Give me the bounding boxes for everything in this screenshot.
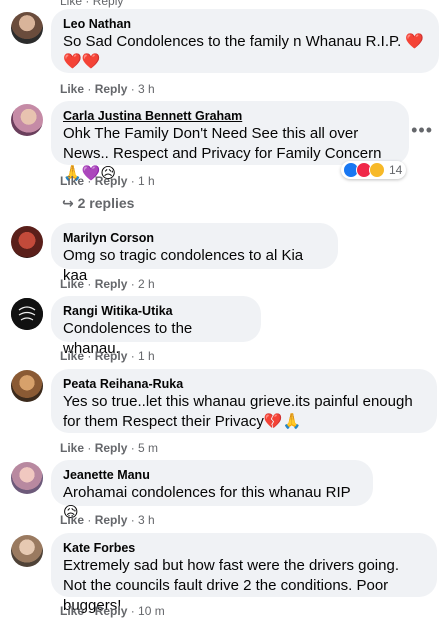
avatar[interactable] [11,370,43,402]
reply-button[interactable]: Reply [95,513,128,527]
comment-text: Yes so true..let this whanau grieve.its … [63,393,413,430]
comment-actions: Like · Reply · 5 m [60,441,159,455]
like-button[interactable]: Like [60,349,84,363]
comment-author[interactable]: Kate Forbes [63,540,425,556]
comment-actions: Like · Reply · 3 h [60,513,155,527]
comment-actions: Like · Reply · 2 h [60,277,155,291]
reply-button[interactable]: Reply [95,349,128,363]
avatar[interactable] [11,298,43,330]
comment-bubble: Jeanette Manu Arohamai condolences for t… [51,460,373,521]
care-reaction-icon [369,162,385,178]
comment-actions: Like · Reply · 1 h [60,349,155,363]
view-replies-link[interactable]: ↪ 2 replies [62,195,134,212]
timestamp[interactable]: 3 h [138,82,155,96]
previous-comment-actions: Like · Reply [60,0,124,8]
timestamp[interactable]: 3 h [138,513,155,527]
comment-text: So Sad Condolences to the family n Whana… [63,33,425,70]
comment-bubble: Peata Reihana-Ruka Yes so true..let this… [51,369,437,433]
reply-button[interactable]: Reply [95,174,128,188]
like-button[interactable]: Like [60,277,84,291]
reply-arrow-icon: ↪ [62,195,74,211]
comment-bubble: Carla Justina Bennett Graham Ohk The Fam… [51,101,409,182]
avatar[interactable] [11,462,43,494]
comment-author[interactable]: Peata Reihana-Ruka [63,376,425,392]
comment-actions: Like · Reply · 1 h [60,174,155,188]
comment-actions: Like · Reply · 3 h [60,82,155,96]
timestamp[interactable]: 2 h [138,277,155,291]
comment-actions: Like · Reply · 10 m [60,604,165,618]
reply-button[interactable]: Reply [95,277,128,291]
avatar[interactable] [11,104,43,136]
comment-author[interactable]: Leo Nathan [63,16,427,32]
comment-author[interactable]: Carla Justina Bennett Graham [63,108,397,124]
like-button[interactable]: Like [60,174,84,188]
reaction-count: 14 [389,163,403,177]
timestamp[interactable]: 10 m [138,604,165,618]
timestamp[interactable]: 5 m [138,441,158,455]
avatar[interactable] [11,535,43,567]
comment-bubble: Rangi Witika-Utika Condolences to the wh… [51,296,261,357]
like-button[interactable]: Like [60,513,84,527]
comment-author[interactable]: Rangi Witika-Utika [63,303,249,319]
like-button[interactable]: Like [60,82,84,96]
like-button[interactable]: Like [60,441,84,455]
logo-avatar-icon [11,298,43,330]
reply-button[interactable]: Reply [95,604,128,618]
avatar[interactable] [11,226,43,258]
comment-author[interactable]: Marilyn Corson [63,230,326,246]
avatar[interactable] [11,12,43,44]
comment-author[interactable]: Jeanette Manu [63,467,361,483]
timestamp[interactable]: 1 h [138,349,155,363]
timestamp[interactable]: 1 h [138,174,155,188]
like-button[interactable]: Like [60,604,84,618]
comment-bubble: Marilyn Corson Omg so tragic condolences… [51,223,338,284]
reaction-summary[interactable]: 14 [341,161,407,179]
comment-bubble: Leo Nathan So Sad Condolences to the fam… [51,9,439,73]
comment-bubble: Kate Forbes Extremely sad but how fast w… [51,533,437,614]
reply-button[interactable]: Reply [95,441,128,455]
reply-button[interactable]: Reply [95,82,128,96]
more-options-icon[interactable]: ••• [411,120,433,141]
